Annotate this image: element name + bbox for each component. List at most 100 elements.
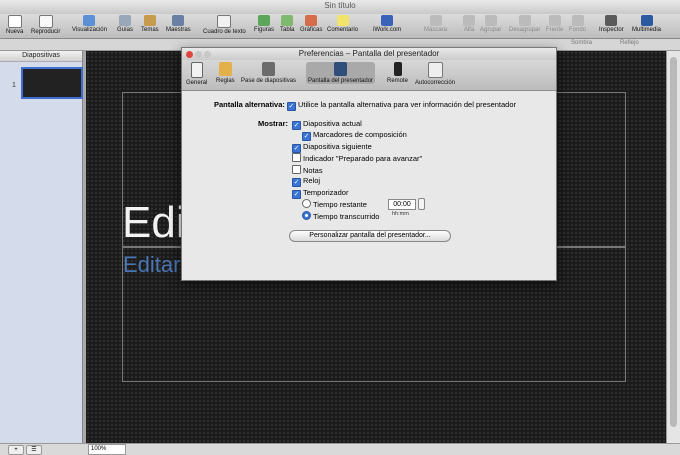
new-button[interactable]: Nueva xyxy=(6,15,23,35)
minimize-icon[interactable] xyxy=(195,51,202,58)
text-box-icon xyxy=(217,15,232,28)
mask-button[interactable]: Máscara xyxy=(424,15,447,33)
zoom-icon[interactable] xyxy=(204,51,211,58)
group-icon xyxy=(484,15,497,26)
zoom-select[interactable]: 100% xyxy=(88,444,126,455)
front-icon xyxy=(548,15,561,26)
slide-navigator-header: Diapositivas xyxy=(0,51,82,62)
back-button[interactable]: Fondo xyxy=(569,15,586,33)
next-slide-option[interactable]: ✓ Diapositiva siguiente xyxy=(292,142,372,153)
vertical-scrollbar[interactable] xyxy=(666,51,680,443)
alt-display-label: Pantalla alternativa: xyxy=(214,100,285,109)
shapes-icon xyxy=(258,15,270,26)
current-slide-checkbox[interactable]: ✓ xyxy=(292,121,301,130)
tab-presenter-display[interactable]: Pantalla del presentador xyxy=(306,62,376,84)
group-button[interactable]: Agrupar xyxy=(480,15,501,33)
alt-display-option: Utilice la pantalla alternativa para ver… xyxy=(297,100,517,109)
view-button[interactable]: Visualización xyxy=(72,15,107,33)
notes-option[interactable]: Notas xyxy=(292,165,323,175)
tab-remote[interactable]: Remote xyxy=(387,62,408,84)
masters-icon xyxy=(172,15,185,26)
slide-navigator: Diapositivas 1 xyxy=(0,51,83,443)
slide-subtitle-text[interactable]: Editar xyxy=(123,252,180,278)
time-remaining-option[interactable]: Tiempo restante xyxy=(302,199,367,209)
tab-rulers[interactable]: Reglas xyxy=(216,62,235,84)
inspector-icon xyxy=(605,15,618,26)
notes-checkbox[interactable] xyxy=(292,165,301,174)
ungroup-icon xyxy=(518,15,531,26)
charts-icon xyxy=(305,15,318,26)
iwork-button[interactable]: iWork.com xyxy=(373,15,401,33)
slideshow-icon xyxy=(262,62,276,76)
comment-button[interactable]: Comentario xyxy=(327,15,358,33)
build-markers-option[interactable]: ✓ Marcadores de composición xyxy=(302,130,407,141)
scroll-thumb[interactable] xyxy=(670,57,677,427)
time-field[interactable]: 00:00 xyxy=(388,198,416,210)
tab-autocorrect[interactable]: Autocorrección xyxy=(415,62,455,86)
alt-display-checkbox[interactable]: ✓ xyxy=(286,102,296,111)
slide-number: 1 xyxy=(12,82,16,89)
clock-checkbox[interactable]: ✓ xyxy=(292,178,301,187)
shadow-toggle[interactable]: Sombra xyxy=(571,40,592,46)
ready-indicator-option[interactable]: Indicador "Preparado para avanzar" xyxy=(292,153,422,163)
time-elapsed-option[interactable]: Tiempo transcurrido xyxy=(302,211,379,221)
themes-button[interactable]: Temas xyxy=(141,15,159,33)
play-icon xyxy=(38,15,53,28)
comment-icon xyxy=(336,15,349,26)
charts-button[interactable]: Gráficas xyxy=(300,15,322,33)
dialog-title: Preferencias – Pantalla del presentador xyxy=(298,49,440,58)
back-icon xyxy=(571,15,584,26)
view-icon xyxy=(83,15,96,26)
preferences-dialog: Preferencias – Pantalla del presentador … xyxy=(181,47,557,281)
table-button[interactable]: Tabla xyxy=(280,15,294,33)
remote-icon xyxy=(393,62,402,76)
masters-button[interactable]: Maestras xyxy=(166,15,191,33)
guides-icon xyxy=(119,15,131,26)
reflection-toggle[interactable]: Reflejo xyxy=(620,40,639,46)
time-format-hint: hh:mm xyxy=(392,211,409,217)
bottom-bar: + ☰ 100% xyxy=(0,443,680,455)
front-button[interactable]: Frente xyxy=(546,15,563,33)
tab-slideshow[interactable]: Pase de diapositivas xyxy=(241,62,296,84)
media-icon xyxy=(640,15,653,26)
table-icon xyxy=(281,15,294,26)
timer-option[interactable]: ✓ Temporizador xyxy=(292,188,348,199)
shapes-button[interactable]: Figuras xyxy=(254,15,274,33)
time-stepper[interactable] xyxy=(418,198,425,210)
alpha-icon xyxy=(463,15,475,26)
themes-icon xyxy=(143,15,156,26)
clock-option[interactable]: ✓ Reloj xyxy=(292,176,320,187)
time-field-group: 00:00 xyxy=(388,198,425,210)
media-button[interactable]: Multimedia xyxy=(632,15,661,33)
alt-display-row: Pantalla alternativa: ✓ Utilice la pantal… xyxy=(214,100,516,111)
close-icon[interactable] xyxy=(186,51,193,58)
inspector-button[interactable]: Inspector xyxy=(599,15,624,33)
new-icon xyxy=(7,15,22,28)
ready-indicator-checkbox[interactable] xyxy=(292,153,301,162)
presenter-display-icon xyxy=(334,62,348,76)
guides-button[interactable]: Guías xyxy=(117,15,133,33)
rulers-icon xyxy=(218,62,232,76)
slide-thumbnail[interactable] xyxy=(21,67,83,99)
timer-checkbox[interactable]: ✓ xyxy=(292,190,301,199)
tab-general[interactable]: General xyxy=(186,62,207,86)
window-titlebar: Sin título xyxy=(0,0,680,15)
preferences-tabs: General Reglas Pase de diapositivas Pant… xyxy=(182,60,556,91)
keynote-window: Sin título Nueva Reproducir Visualizació… xyxy=(0,0,680,455)
alpha-button[interactable]: Alfa xyxy=(463,15,475,33)
main-toolbar: Nueva Reproducir Visualización Guías Tem… xyxy=(0,14,680,39)
next-slide-checkbox[interactable]: ✓ xyxy=(292,144,301,153)
ungroup-button[interactable]: Desagrupar xyxy=(509,15,540,33)
show-label: Mostrar: xyxy=(258,119,289,128)
autocorrect-icon xyxy=(427,62,443,78)
customize-presenter-display-button[interactable]: Personalizar pantalla del presentador... xyxy=(289,230,451,242)
iwork-icon xyxy=(381,15,394,26)
time-remaining-radio[interactable] xyxy=(302,199,311,208)
text-box-button[interactable]: Cuadro de texto xyxy=(203,15,246,35)
time-elapsed-radio[interactable] xyxy=(302,211,311,220)
general-icon xyxy=(190,62,203,78)
play-button[interactable]: Reproducir xyxy=(31,15,60,35)
dialog-titlebar: Preferencias – Pantalla del presentador xyxy=(182,48,556,60)
current-slide-option[interactable]: ✓ Diapositiva actual xyxy=(292,119,362,130)
build-markers-checkbox[interactable]: ✓ xyxy=(302,132,311,141)
